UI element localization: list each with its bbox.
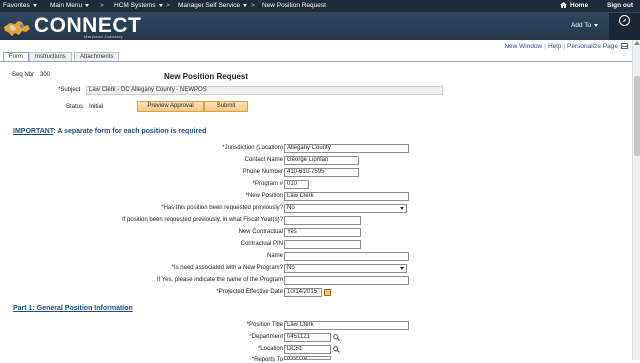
top-nav-bar: Favorites Main Menu > HCM Systems > Mana… — [0, 0, 640, 12]
department-field[interactable]: 0451121 — [284, 333, 331, 342]
seq-nbr-value: 300 — [40, 72, 51, 78]
requested-previously-value: No — [287, 205, 295, 211]
main-menu[interactable]: Main Menu — [50, 2, 90, 9]
page-links: New Window | Help | Personalize Page — [504, 43, 628, 50]
contractual-pin-field[interactable] — [284, 240, 361, 249]
program-name-label: If Yes, please indicate the name of the … — [156, 277, 283, 283]
compass-icon — [619, 15, 630, 26]
grid-icon[interactable] — [621, 43, 628, 49]
vertical-scrollbar[interactable] — [632, 40, 640, 360]
manager-self-service-label: Manager Self Service — [178, 2, 241, 9]
home-label: Home — [570, 2, 589, 9]
new-contractual-label: New Contractual — [238, 229, 283, 235]
reports-to-field[interactable]: 073278 — [284, 356, 331, 360]
navbar-button[interactable]: NavBar — [609, 13, 640, 40]
requested-previously-label: *Has this position been requested previo… — [161, 205, 283, 211]
logo-subtitle: Maryland Judiciary — [84, 34, 123, 39]
status-label: Status — [66, 104, 84, 110]
subject-label: *Subject — [58, 87, 81, 93]
chevron-down-icon — [32, 3, 37, 7]
important-text: : A separate form for each position is r… — [53, 128, 207, 135]
name-field[interactable] — [284, 252, 409, 261]
program-label: *Program # — [252, 181, 283, 187]
connect-logo: CONNECT Maryland Judiciary — [2, 13, 152, 40]
personalize-page-link[interactable]: Personalize Page — [567, 43, 618, 50]
breadcrumb-separator: > — [251, 2, 255, 9]
new-program-value: No — [287, 265, 295, 271]
program-field[interactable]: 010 — [284, 180, 309, 189]
breadcrumb-current: New Position Request — [262, 2, 326, 9]
tab-divider — [0, 61, 632, 62]
position-title-field[interactable]: Law Clerk — [284, 321, 409, 330]
chevron-down-icon — [400, 207, 404, 210]
new-window-link[interactable]: New Window — [504, 43, 542, 50]
new-contractual-field[interactable]: Yes — [284, 228, 361, 237]
name-label: Name — [266, 253, 283, 259]
scrollbar-thumb[interactable] — [634, 76, 640, 156]
submit-button[interactable]: Submit — [204, 101, 248, 112]
sign-out-link[interactable]: Sign out — [607, 2, 633, 9]
position-title-label: *Position Title — [246, 322, 283, 328]
main-menu-label: Main Menu — [50, 2, 83, 9]
chevron-down-icon — [400, 267, 404, 270]
fiscal-years-field[interactable] — [284, 216, 361, 225]
jurisdiction-label: *Jurisdiction (Location) — [222, 145, 283, 151]
scroll-up-icon[interactable] — [634, 41, 640, 45]
add-to-label: Add To — [571, 22, 592, 29]
new-position-field[interactable]: Law Clerk — [284, 192, 409, 201]
effective-date-field[interactable]: 10/14/2015 — [284, 288, 322, 297]
location-field[interactable]: DC51 — [284, 345, 331, 354]
requested-previously-select[interactable]: No — [284, 204, 407, 213]
hcm-systems-label: HCM Systems — [114, 2, 156, 9]
part1-header: Part 1: General Position Information — [13, 305, 133, 312]
status-value: Initial — [89, 104, 104, 110]
chevron-down-icon — [243, 3, 248, 7]
jurisdiction-field[interactable]: Allegany County — [284, 144, 409, 153]
subject-field: Law Clerk - DC Allegany County - NEWPOS — [86, 86, 443, 95]
maryland-map-icon — [4, 21, 30, 36]
contractual-pin-label: Contractual PIN — [240, 241, 283, 247]
add-to-menu[interactable]: Add To — [571, 22, 599, 29]
search-icon[interactable] — [333, 334, 340, 341]
new-position-label: *New Position — [245, 193, 283, 199]
breadcrumb-separator: > — [166, 2, 170, 9]
navbar-label: NavBar — [609, 27, 628, 33]
chevron-down-icon — [85, 3, 90, 7]
link-separator: | — [563, 43, 566, 50]
seq-nbr-label: Seq Nbr — [12, 72, 35, 78]
contact-name-label: Contact Name — [244, 157, 283, 163]
favorites-label: Favorites — [3, 2, 30, 9]
contact-name-field[interactable]: George Lipman — [284, 156, 359, 165]
favorites-menu[interactable]: Favorites — [3, 2, 37, 9]
breadcrumb-hcm-systems[interactable]: HCM Systems — [114, 2, 163, 9]
page-title: New Position Request — [164, 72, 249, 81]
effective-date-label: *Projected Effective Date — [216, 289, 283, 295]
help-link[interactable]: Help — [548, 43, 561, 50]
location-label: *Location — [257, 346, 283, 352]
search-icon[interactable] — [333, 346, 340, 353]
important-notice: IMPORTANT: A separate form for each posi… — [13, 128, 206, 135]
breadcrumb-manager-self-service[interactable]: Manager Self Service — [178, 2, 248, 9]
reports-to-label: *Reports To — [251, 357, 283, 363]
important-prefix: IMPORTANT — [13, 128, 54, 135]
new-program-select[interactable]: No — [284, 264, 407, 273]
part1-title: Part 1: General Position Information — [13, 305, 133, 312]
home-icon — [560, 2, 567, 8]
program-name-field[interactable] — [284, 276, 409, 285]
calendar-icon[interactable] — [324, 289, 331, 296]
home-link[interactable]: Home — [560, 2, 588, 9]
preview-approval-button[interactable]: Preview Approval — [137, 101, 204, 112]
department-label: *Department — [249, 334, 283, 340]
phone-number-field[interactable]: 410-610-7595 — [284, 168, 359, 177]
new-program-label: *Is need associated with a New Program? — [171, 265, 283, 271]
breadcrumb-separator: > — [100, 2, 104, 9]
chevron-down-icon — [594, 23, 599, 27]
chevron-down-icon — [158, 3, 163, 7]
phone-number-label: Phone Number — [242, 169, 283, 175]
link-separator: | — [544, 43, 546, 50]
fiscal-years-label: If position been requested previously, i… — [122, 217, 283, 223]
